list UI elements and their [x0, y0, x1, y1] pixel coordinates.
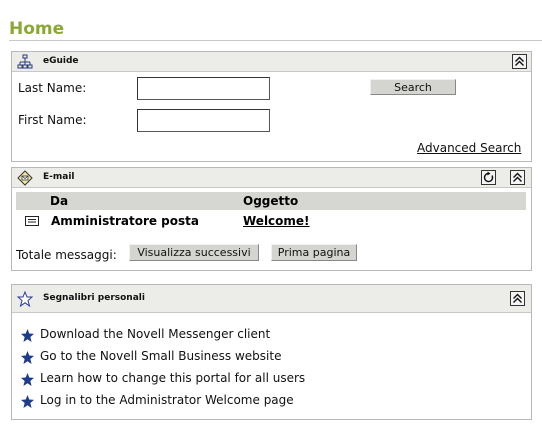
eguide-panel-header: eGuide — [12, 52, 531, 72]
eguide-panel-title: eGuide — [43, 56, 79, 66]
email-panel-title: E-mail — [43, 172, 75, 182]
envelope-icon — [25, 216, 39, 226]
collapse-up-icon — [513, 172, 522, 182]
eguide-panel: eGuide Last Name: Search First Name: Adv… — [11, 51, 532, 162]
email-refresh-button[interactable] — [481, 170, 496, 185]
next-messages-button[interactable]: Visualizza successivi — [129, 244, 259, 261]
first-name-label: First Name: — [18, 113, 87, 127]
star-icon — [21, 329, 34, 342]
last-name-input[interactable] — [137, 77, 270, 100]
bookmarks-collapse-button[interactable] — [510, 291, 525, 306]
first-page-button[interactable]: Prima pagina — [271, 244, 357, 261]
email-panel: E-mail Da Oggetto Amministratore posta W… — [11, 167, 532, 271]
bookmark-label: Log in to the Administrator Welcome page — [40, 393, 294, 407]
table-row[interactable]: Amministratore posta Welcome! — [16, 212, 526, 230]
eguide-collapse-button[interactable] — [512, 54, 527, 69]
advanced-search-link[interactable]: Advanced Search — [417, 141, 521, 155]
bookmark-label: Go to the Novell Small Business website — [40, 349, 282, 363]
bookmarks-panel: Segnalibri personali Download the Novell… — [11, 284, 532, 420]
refresh-icon — [483, 171, 494, 183]
bookmarks-panel-title: Segnalibri personali — [43, 293, 145, 303]
last-name-label: Last Name: — [18, 81, 87, 95]
star-outline-icon — [17, 291, 33, 307]
column-header-subject: Oggetto — [243, 194, 299, 208]
message-from: Amministratore posta — [51, 214, 199, 228]
column-header-from: Da — [50, 194, 69, 208]
mail-diamond-icon — [17, 170, 33, 186]
email-collapse-button[interactable] — [510, 170, 525, 185]
bookmarks-panel-header: Segnalibri personali — [12, 285, 531, 313]
collapse-up-icon — [515, 56, 524, 66]
bookmark-label: Learn how to change this portal for all … — [40, 371, 306, 385]
message-subject-link[interactable]: Welcome! — [243, 214, 310, 228]
mail-table-header: Da Oggetto — [16, 192, 526, 210]
bookmark-label: Download the Novell Messenger client — [40, 327, 271, 341]
title-divider — [9, 40, 542, 41]
org-chart-icon — [17, 54, 33, 69]
email-panel-header: E-mail — [12, 168, 531, 188]
page-title: Home — [9, 19, 65, 39]
star-icon — [21, 395, 34, 408]
first-name-input[interactable] — [137, 109, 270, 132]
star-icon — [21, 373, 34, 386]
search-button[interactable]: Search — [370, 79, 456, 95]
total-messages-label: Totale messaggi: — [16, 248, 117, 262]
collapse-up-icon — [513, 293, 522, 303]
star-icon — [21, 351, 34, 364]
